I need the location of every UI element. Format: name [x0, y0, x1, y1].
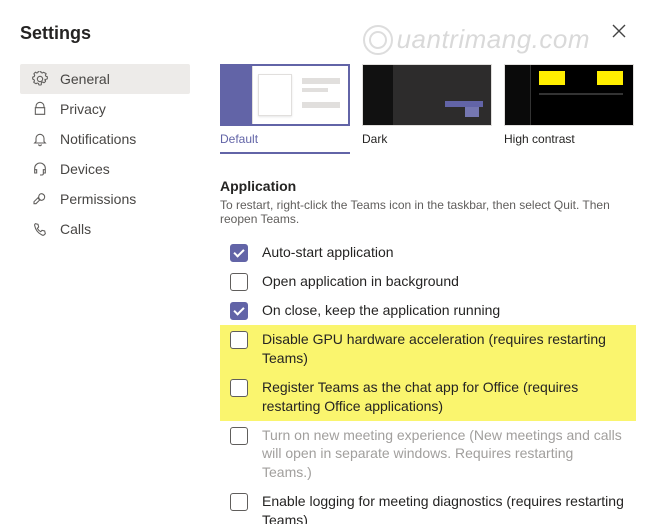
checkbox[interactable] — [230, 493, 248, 511]
check-enable-logging[interactable]: Enable logging for meeting diagnostics (… — [220, 487, 636, 524]
sidebar-item-permissions[interactable]: Permissions — [20, 184, 190, 214]
sidebar-item-privacy[interactable]: Privacy — [20, 94, 190, 124]
gear-icon — [32, 71, 48, 87]
sidebar-item-label: Permissions — [60, 191, 136, 207]
bell-icon — [32, 131, 48, 147]
checkbox[interactable] — [230, 379, 248, 397]
theme-preview-dark — [362, 64, 492, 126]
sidebar-item-calls[interactable]: Calls — [20, 214, 190, 244]
checkbox[interactable] — [230, 427, 248, 445]
theme-preview-high-contrast — [504, 64, 634, 126]
application-options: Auto-start application Open application … — [220, 238, 636, 524]
theme-dark[interactable]: Dark — [362, 64, 492, 154]
sidebar-item-label: Devices — [60, 161, 110, 177]
close-button[interactable] — [608, 20, 630, 46]
theme-high-contrast[interactable]: High contrast — [504, 64, 634, 154]
checkbox[interactable] — [230, 331, 248, 349]
checkbox-label: On close, keep the application running — [262, 301, 500, 320]
checkbox-label: Enable logging for meeting diagnostics (… — [262, 492, 626, 524]
checkbox[interactable] — [230, 244, 248, 262]
checkbox-label: Register Teams as the chat app for Offic… — [262, 378, 626, 416]
check-open-background[interactable]: Open application in background — [220, 267, 636, 296]
phone-icon — [32, 221, 48, 237]
check-disable-gpu[interactable]: Disable GPU hardware acceleration (requi… — [220, 325, 636, 373]
theme-label: Dark — [362, 132, 492, 146]
checkbox[interactable] — [230, 273, 248, 291]
settings-body: General Privacy Notifications Devices — [20, 64, 640, 524]
theme-label: High contrast — [504, 132, 634, 146]
theme-selector: Default Dark High contrast — [220, 64, 636, 154]
check-new-meeting-experience[interactable]: Turn on new meeting experience (New meet… — [220, 421, 636, 488]
key-icon — [32, 191, 48, 207]
check-keep-running[interactable]: On close, keep the application running — [220, 296, 636, 325]
sidebar-item-devices[interactable]: Devices — [20, 154, 190, 184]
sidebar-item-label: Privacy — [60, 101, 106, 117]
theme-default[interactable]: Default — [220, 64, 350, 154]
sidebar-item-general[interactable]: General — [20, 64, 190, 94]
sidebar-item-label: General — [60, 71, 110, 87]
theme-preview-default — [220, 64, 350, 126]
checkbox-label: Open application in background — [262, 272, 459, 291]
main-panel: Default Dark High contrast — [200, 64, 640, 524]
topbar: Settings — [20, 20, 640, 64]
checkbox-label: Disable GPU hardware acceleration (requi… — [262, 330, 626, 368]
checkbox[interactable] — [230, 302, 248, 320]
checkbox-label: Turn on new meeting experience (New meet… — [262, 426, 626, 483]
sidebar-item-label: Notifications — [60, 131, 136, 147]
sidebar-item-notifications[interactable]: Notifications — [20, 124, 190, 154]
checkbox-label: Auto-start application — [262, 243, 394, 262]
theme-label: Default — [220, 132, 350, 146]
check-register-office[interactable]: Register Teams as the chat app for Offic… — [220, 373, 636, 421]
close-icon — [612, 25, 626, 42]
lock-icon — [32, 101, 48, 117]
application-section-title: Application — [220, 178, 636, 194]
sidebar: General Privacy Notifications Devices — [20, 64, 200, 524]
headset-icon — [32, 161, 48, 177]
sidebar-item-label: Calls — [60, 221, 91, 237]
page-title: Settings — [20, 23, 91, 44]
application-section-desc: To restart, right-click the Teams icon i… — [220, 198, 636, 226]
check-auto-start[interactable]: Auto-start application — [220, 238, 636, 267]
settings-window: Settings General Privacy — [0, 0, 650, 524]
